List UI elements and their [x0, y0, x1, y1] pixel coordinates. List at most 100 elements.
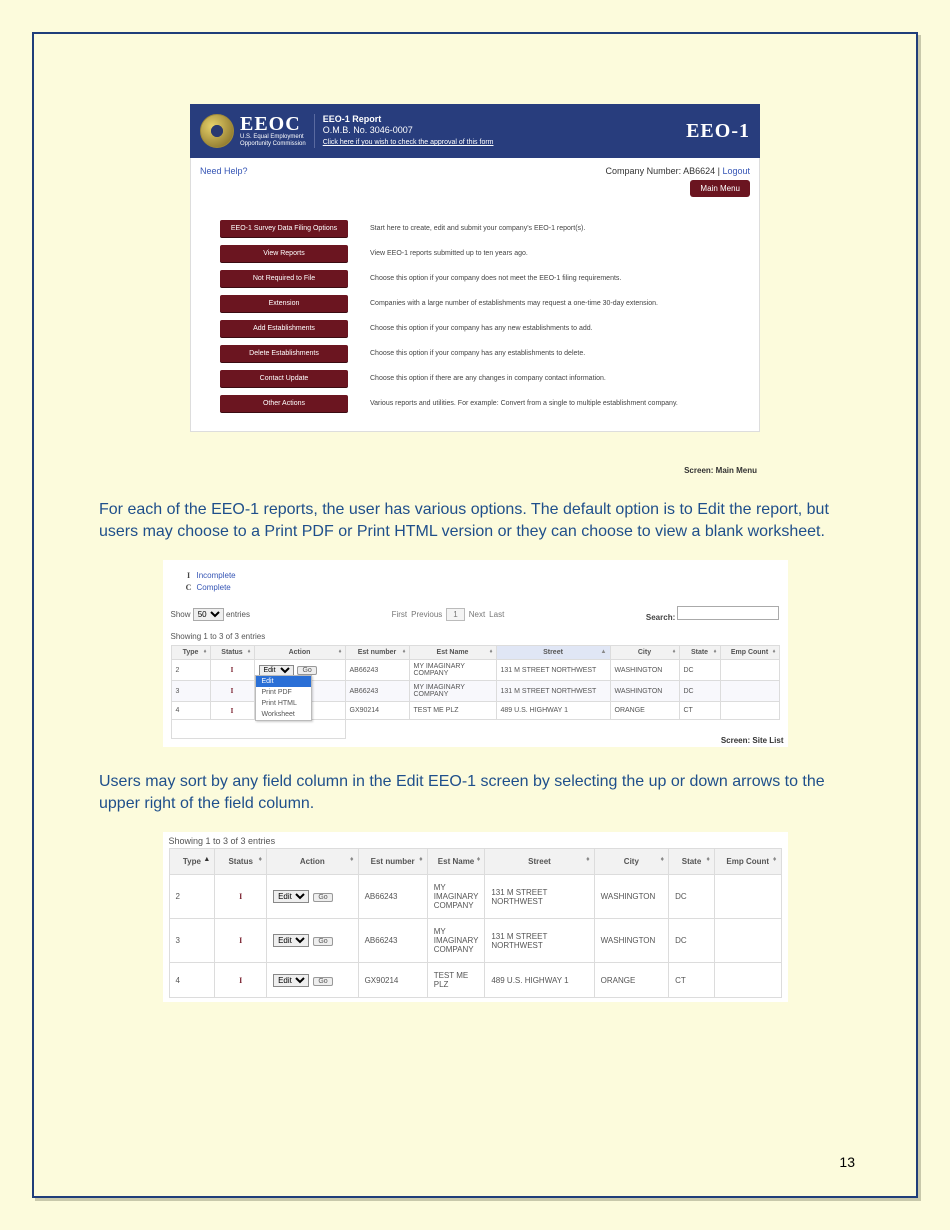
- org-block: EEOC U.S. Equal Employment Opportunity C…: [240, 114, 315, 147]
- col-type[interactable]: Type♦: [171, 646, 210, 660]
- menu-item: Not Required to File Choose this option …: [220, 270, 760, 287]
- need-help-link[interactable]: Need Help?: [200, 166, 248, 176]
- col-street[interactable]: Street▲: [496, 646, 610, 660]
- sort-icon: ♦: [706, 856, 710, 863]
- legend-complete: C Complete: [181, 583, 780, 592]
- col-street[interactable]: Street♦: [485, 849, 594, 875]
- menu-add-establishments[interactable]: Add Establishments: [220, 320, 348, 337]
- sort-icon: ♦: [489, 649, 492, 655]
- col-action[interactable]: Action♦: [254, 646, 345, 660]
- dropdown-option-worksheet[interactable]: Worksheet: [256, 709, 311, 720]
- col-est-name[interactable]: Est Name♦: [409, 646, 496, 660]
- sort-icon: ♦: [477, 856, 481, 863]
- org-abbr: EEOC: [240, 114, 306, 134]
- pager-next[interactable]: Next: [469, 610, 485, 619]
- menu-item: Extension Companies with a large number …: [220, 295, 760, 312]
- app-header: EEOC U.S. Equal Employment Opportunity C…: [190, 104, 760, 158]
- col-emp-count[interactable]: Emp Count♦: [714, 849, 781, 875]
- sort-icon: ♦: [402, 649, 405, 655]
- col-action[interactable]: Action♦: [267, 849, 358, 875]
- action-select[interactable]: Edit: [273, 934, 309, 947]
- table-row: 2 I Edit Go Edit Print PDF Print HTML Wo…: [171, 660, 779, 681]
- menu-item: Delete Establishments Choose this option…: [220, 345, 760, 362]
- go-button[interactable]: Go: [313, 893, 332, 902]
- main-menu-list: EEO-1 Survey Data Filing Options Start h…: [220, 220, 760, 412]
- table-row: 2 I Edit Go AB66243 MY IMAGINARY COMPANY…: [169, 875, 781, 919]
- sort-icon: ♦: [419, 856, 423, 863]
- dropdown-option-edit[interactable]: Edit: [256, 676, 311, 687]
- table-row: 4 I Edit Go GX90214 TEST ME PLZ 489 U.S.…: [169, 963, 781, 998]
- col-state[interactable]: State♦: [669, 849, 715, 875]
- sort-icon: ♦: [259, 856, 263, 863]
- page-number: 13: [839, 1154, 855, 1170]
- go-button[interactable]: Go: [297, 666, 316, 675]
- sort-icon: ♦: [661, 856, 665, 863]
- screenshot1-caption: Screen: Main Menu: [187, 462, 763, 475]
- pager-last[interactable]: Last: [489, 610, 504, 619]
- sort-icon: ♦: [338, 649, 341, 655]
- go-button[interactable]: Go: [313, 937, 332, 946]
- company-number-value: AB6624: [683, 166, 715, 176]
- col-city[interactable]: City♦: [610, 646, 679, 660]
- showing-text: Showing 1 to 3 of 3 entries: [171, 632, 780, 641]
- col-est-number[interactable]: Est number♦: [345, 646, 409, 660]
- col-est-number[interactable]: Est number♦: [358, 849, 427, 875]
- menu-item: View Reports View EEO-1 reports submitte…: [220, 245, 760, 262]
- screenshot2-caption: Screen: Site List: [721, 736, 784, 745]
- dropdown-option-print-pdf[interactable]: Print PDF: [256, 687, 311, 698]
- menu-view-reports[interactable]: View Reports: [220, 245, 348, 262]
- pager: First Previous 1 Next Last: [392, 608, 505, 621]
- menu-contact-update[interactable]: Contact Update: [220, 370, 348, 387]
- page-size-select[interactable]: 50: [193, 608, 224, 621]
- col-status[interactable]: Status♦: [210, 646, 254, 660]
- screenshot-main-menu: EEOC U.S. Equal Employment Opportunity C…: [190, 104, 760, 432]
- menu-item: Add Establishments Choose this option if…: [220, 320, 760, 337]
- menu-other-actions[interactable]: Other Actions: [220, 395, 348, 412]
- edit-eeo1-table: Type▲ Status♦ Action♦ Est number♦ Est Na…: [169, 848, 782, 998]
- menu-extension[interactable]: Extension: [220, 295, 348, 312]
- col-state[interactable]: State♦: [679, 646, 720, 660]
- table-row: 3 I Edit Go AB66243 MY IMAGINARY COMPANY…: [169, 919, 781, 963]
- menu-filing-options[interactable]: EEO-1 Survey Data Filing Options: [220, 220, 348, 237]
- col-city[interactable]: City♦: [594, 849, 668, 875]
- site-list-table: Type♦ Status♦ Action♦ Est number♦ Est Na…: [171, 645, 780, 739]
- screenshot-site-list: I Incomplete C Complete Show 50 entries …: [163, 560, 788, 747]
- sort-icon: ♦: [772, 649, 775, 655]
- report-title: EEO-1 Report: [323, 114, 494, 125]
- menu-not-required[interactable]: Not Required to File: [220, 270, 348, 287]
- dropdown-option-print-html[interactable]: Print HTML: [256, 698, 311, 709]
- pager-page-1[interactable]: 1: [446, 608, 464, 621]
- go-button[interactable]: Go: [313, 977, 332, 986]
- menu-item: Other Actions Various reports and utilit…: [220, 395, 760, 412]
- body-paragraph-2: Users may sort by any field column in th…: [99, 771, 851, 814]
- sort-icon: ♦: [586, 856, 590, 863]
- omb-number: O.M.B. No. 3046-0007: [323, 125, 494, 136]
- report-block: EEO-1 Report O.M.B. No. 3046-0007 Click …: [323, 114, 494, 148]
- search-label: Search:: [646, 613, 675, 622]
- menu-delete-establishments[interactable]: Delete Establishments: [220, 345, 348, 362]
- showing-text: Showing 1 to 3 of 3 entries: [169, 836, 782, 846]
- sort-icon: ♦: [672, 649, 675, 655]
- menu-item: EEO-1 Survey Data Filing Options Start h…: [220, 220, 760, 237]
- company-number-label: Company Number:: [606, 166, 684, 176]
- body-paragraph-1: For each of the EEO-1 reports, the user …: [99, 499, 851, 542]
- col-emp-count[interactable]: Emp Count♦: [720, 646, 779, 660]
- col-status[interactable]: Status♦: [215, 849, 267, 875]
- search-input[interactable]: [677, 606, 779, 620]
- sort-icon: ♦: [350, 856, 354, 863]
- logout-link[interactable]: Logout: [722, 166, 750, 176]
- sort-icon: ♦: [713, 649, 716, 655]
- main-menu-button[interactable]: Main Menu: [690, 180, 750, 197]
- col-type[interactable]: Type▲: [169, 849, 215, 875]
- pager-previous[interactable]: Previous: [411, 610, 442, 619]
- sort-icon: ▲: [203, 856, 210, 863]
- datatable-toolbar: Show 50 entries First Previous 1 Next La…: [171, 606, 780, 622]
- action-select[interactable]: Edit: [273, 974, 309, 987]
- action-dropdown-open[interactable]: Edit Print PDF Print HTML Worksheet: [255, 675, 312, 721]
- col-est-name[interactable]: Est Name♦: [427, 849, 485, 875]
- top-bar: Need Help? Company Number: AB6624 | Logo…: [190, 158, 760, 202]
- action-select[interactable]: Edit: [273, 890, 309, 903]
- action-select[interactable]: Edit: [259, 665, 294, 676]
- pager-first[interactable]: First: [392, 610, 408, 619]
- approval-link[interactable]: Click here if you wish to check the appr…: [323, 139, 494, 146]
